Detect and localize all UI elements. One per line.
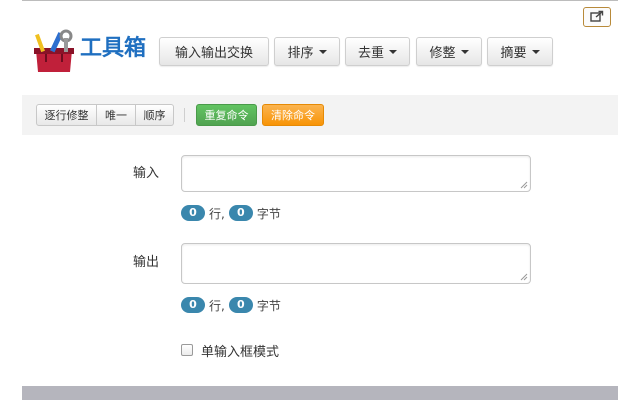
chevron-down-icon <box>318 49 327 54</box>
output-byte-count: 0 <box>228 297 253 313</box>
sort-dropdown[interactable]: 排序 <box>274 37 340 66</box>
trim-dropdown[interactable]: 修整 <box>416 37 482 66</box>
swap-io-button[interactable]: 输入输出交换 <box>159 37 269 66</box>
chevron-down-icon <box>460 49 469 54</box>
swap-io-label: 输入输出交换 <box>174 46 253 61</box>
chevron-down-icon <box>531 49 540 54</box>
toolbox-logo-icon <box>30 28 78 76</box>
output-label: 输出 <box>133 255 160 270</box>
input-textarea[interactable] <box>181 155 531 192</box>
input-byte-unit: 字节 <box>256 206 281 221</box>
resize-grip-icon[interactable] <box>520 273 528 281</box>
single-mode-option[interactable]: 单输入框模式 <box>181 342 280 360</box>
line-trim-button[interactable]: 逐行修整 <box>36 104 97 126</box>
output-byte-unit: 字节 <box>256 298 281 313</box>
dedupe-dropdown[interactable]: 去重 <box>345 37 410 66</box>
order-button[interactable]: 顺序 <box>136 104 174 126</box>
command-toolbar: 逐行修整 唯一 顺序 重复命令 清除命令 <box>22 95 618 135</box>
digest-label: 摘要 <box>500 46 527 61</box>
input-label: 输入 <box>133 166 160 181</box>
input-byte-count: 0 <box>228 205 253 221</box>
brand-title[interactable]: 工具箱 <box>80 33 146 65</box>
single-mode-checkbox[interactable] <box>181 344 193 356</box>
output-textarea[interactable] <box>181 243 531 284</box>
top-border <box>22 0 618 1</box>
chevron-down-icon <box>389 49 397 54</box>
digest-dropdown[interactable]: 摘要 <box>487 37 553 66</box>
resize-grip-icon[interactable] <box>520 181 528 189</box>
input-line-unit: 行, <box>209 206 225 221</box>
unique-button[interactable]: 唯一 <box>97 104 136 126</box>
single-mode-label: 单输入框模式 <box>201 344 280 360</box>
input-line-count: 0 <box>181 205 205 221</box>
toolbar-divider <box>184 108 185 122</box>
repeat-command-button[interactable]: 重复命令 <box>196 104 257 126</box>
output-line-unit: 行, <box>209 298 225 313</box>
input-stats: 0 行, 0 字节 <box>181 204 285 222</box>
output-stats: 0 行, 0 字节 <box>181 296 285 314</box>
footer-bar <box>22 386 618 400</box>
sort-label: 排序 <box>287 46 314 61</box>
dedupe-label: 去重 <box>357 46 384 61</box>
share-icon <box>590 10 604 25</box>
share-button[interactable] <box>583 7 611 27</box>
clear-command-button[interactable]: 清除命令 <box>262 104 324 126</box>
trim-label: 修整 <box>429 46 456 61</box>
output-line-count: 0 <box>181 297 205 313</box>
